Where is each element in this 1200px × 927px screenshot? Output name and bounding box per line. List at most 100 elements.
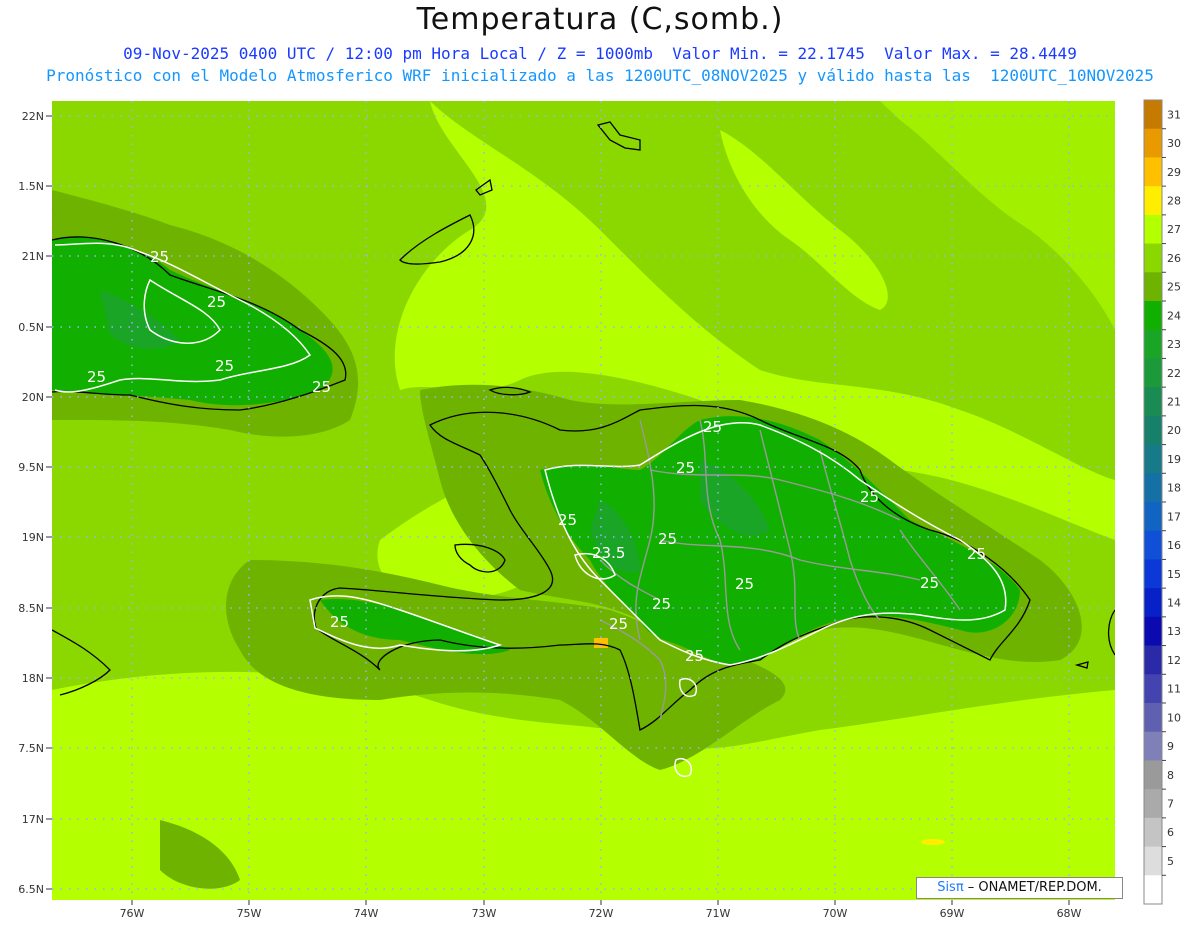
colorbar-label: 9 — [1167, 740, 1174, 753]
colorbar-swatch — [1144, 415, 1162, 446]
colorbar-swatch — [1144, 186, 1162, 216]
colorbar-label: 10 — [1167, 711, 1181, 724]
contour-label: 25 — [330, 613, 349, 631]
colorbar-swatch — [1144, 128, 1162, 158]
colorbar-label: 17 — [1167, 510, 1181, 523]
colorbar-swatch — [1144, 502, 1162, 532]
contour-label: 25 — [207, 293, 226, 311]
colorbar-label: 29 — [1167, 166, 1181, 179]
colorbar-swatch — [1144, 444, 1162, 474]
colorbar-swatch — [1144, 760, 1162, 790]
lat-label: 9.5N — [18, 461, 44, 474]
colorbar-label: 30 — [1167, 137, 1181, 150]
lon-label: 75W — [237, 907, 262, 920]
colorbar-label: 5 — [1167, 855, 1174, 868]
colorbar-label: 26 — [1167, 252, 1181, 265]
colorbar-swatch — [1144, 243, 1162, 273]
colorbar-label: 19 — [1167, 453, 1181, 466]
lat-label: 19N — [22, 531, 44, 544]
colorbar-swatch — [1144, 157, 1162, 187]
colorbar-swatch — [1144, 588, 1162, 618]
colorbar-label: 16 — [1167, 539, 1181, 552]
colorbar-swatch — [1144, 846, 1162, 876]
map-field: 25 25 25 25 25 25 25 25 25 23.5 25 25 25… — [52, 101, 1115, 900]
colorbar-label: 11 — [1167, 683, 1181, 696]
lon-label: 76W — [120, 907, 145, 920]
colorbar-label: 7 — [1167, 798, 1174, 811]
contour-label: 25 — [150, 248, 169, 266]
lat-label: 21N — [22, 250, 44, 263]
colorbar-swatch — [1144, 817, 1162, 848]
contour-label: 25 — [685, 647, 704, 665]
lat-label: 20N — [22, 391, 44, 404]
lat-label: 17N — [22, 813, 44, 826]
contour-label: 25 — [676, 459, 695, 477]
contour-label: 25 — [658, 530, 677, 548]
colorbar-swatch — [1144, 703, 1162, 733]
colorbar-label: 21 — [1167, 396, 1181, 409]
contour-label: 25 — [609, 615, 628, 633]
contour-label: 25 — [920, 574, 939, 592]
colorbar-swatch — [1144, 731, 1162, 761]
contour-label: 25 — [215, 357, 234, 375]
colorbar-label: 25 — [1167, 281, 1181, 294]
colorbar-label: 6 — [1167, 826, 1174, 839]
contour-label: 25 — [87, 368, 106, 386]
colorbar-label: 12 — [1167, 654, 1181, 667]
colorbar: 31 30 29 28 27 26 25 24 23 22 21 20 19 18 17 16 15 14 13 12… — [1143, 99, 1181, 905]
credit-box: Sisπ – ONAMET/REP.DOM. — [916, 877, 1123, 899]
contour-label: 25 — [312, 378, 331, 396]
colorbar-label: 24 — [1167, 309, 1181, 322]
contour-label: 25 — [967, 545, 986, 563]
colorbar-label: 31 — [1167, 108, 1181, 121]
contour-label: 25 — [652, 595, 671, 613]
colorbar-label: 18 — [1167, 482, 1181, 495]
colorbar-label: 8 — [1167, 769, 1174, 782]
sispi-logo: Sisπ — [937, 880, 964, 895]
contour-label: 23.5 — [592, 544, 625, 562]
colorbar-swatch — [1144, 329, 1162, 359]
temperature-map: 25 25 25 25 25 25 25 25 25 23.5 25 25 25… — [18, 99, 1181, 920]
contour-label: 25 — [558, 511, 577, 529]
longitude-axis: 76W 75W 74W 73W 72W 71W 70W 69W 68W — [120, 900, 1082, 920]
contour-label: 25 — [703, 418, 722, 436]
colorbar-swatch — [1144, 789, 1162, 819]
colorbar-swatch — [1144, 358, 1162, 388]
colorbar-swatch — [1144, 616, 1162, 647]
lon-label: 71W — [706, 907, 731, 920]
latitude-axis: 22N 1.5N 21N 0.5N 20N 9.5N 19N 8.5N 18N … — [18, 110, 52, 896]
colorbar-label: 20 — [1167, 424, 1181, 437]
lon-label: 72W — [589, 907, 614, 920]
contour-label: 25 — [735, 575, 754, 593]
colorbar-label: 15 — [1167, 568, 1181, 581]
colorbar-swatch — [1144, 674, 1162, 704]
colorbar-swatch — [1144, 645, 1162, 675]
lat-label: 8.5N — [18, 602, 44, 615]
lat-label: 18N — [22, 672, 44, 685]
colorbar-label: 14 — [1167, 597, 1181, 610]
colorbar-swatch — [1144, 100, 1162, 130]
colorbar-label: 28 — [1167, 195, 1181, 208]
credit-text: – ONAMET/REP.DOM. — [963, 880, 1102, 895]
lat-label: 1.5N — [18, 180, 44, 193]
colorbar-swatch — [1144, 875, 1162, 905]
colorbar-label: 13 — [1167, 625, 1181, 638]
colorbar-swatch — [1144, 272, 1162, 302]
colorbar-swatch — [1144, 387, 1162, 417]
colorbar-label: 27 — [1167, 223, 1181, 236]
colorbar-swatch — [1144, 530, 1162, 560]
lat-label: 22N — [22, 110, 44, 123]
colorbar-swatch — [1144, 301, 1162, 331]
lon-label: 73W — [472, 907, 497, 920]
hot-spot — [921, 839, 945, 845]
lat-label: 6.5N — [18, 883, 44, 896]
lon-label: 70W — [823, 907, 848, 920]
contour-label: 25 — [860, 488, 879, 506]
lon-label: 74W — [354, 907, 379, 920]
lon-label: 69W — [940, 907, 965, 920]
colorbar-label: 22 — [1167, 367, 1181, 380]
lat-label: 0.5N — [18, 321, 44, 334]
colorbar-swatch — [1144, 559, 1162, 589]
lat-label: 7.5N — [18, 742, 44, 755]
colorbar-label: 23 — [1167, 338, 1181, 351]
